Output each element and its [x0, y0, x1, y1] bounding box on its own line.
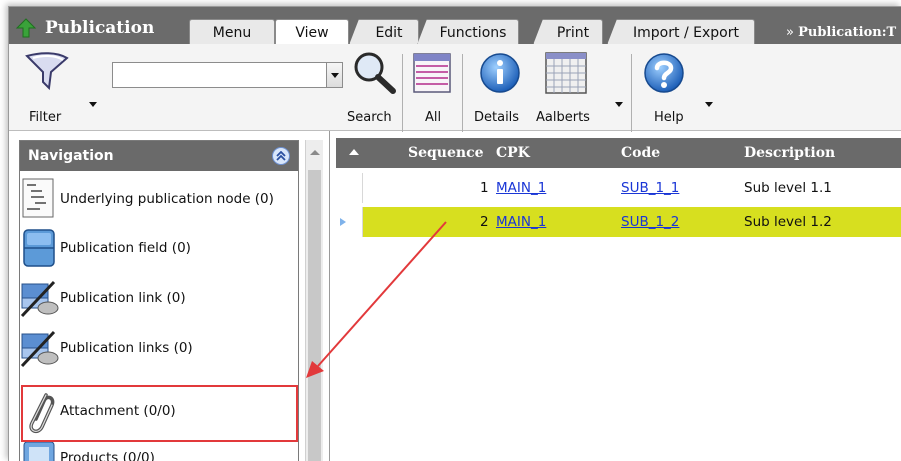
- scroll-up-icon[interactable]: [310, 150, 320, 155]
- scrollbar-thumb[interactable]: [308, 170, 321, 461]
- table-row-selected[interactable]: 2 MAIN_1 SUB_1_2 Sub level 1.2: [336, 207, 901, 237]
- tab-edit-label: Edit: [375, 24, 403, 41]
- aalberts-label[interactable]: Aalberts: [536, 110, 590, 125]
- nav-item-label: Publication links (0): [60, 340, 193, 356]
- breadcrumb-prefix: »: [786, 25, 799, 40]
- link-icon: [20, 276, 60, 320]
- tab-import-export[interactable]: Import / Export: [607, 19, 755, 45]
- field-icon: [20, 226, 60, 270]
- toolbar-separator: [402, 54, 403, 132]
- toolbar-separator: [631, 54, 632, 132]
- all-label[interactable]: All: [425, 110, 441, 125]
- grid-header: Sequence CPK Code Description: [336, 138, 901, 168]
- nav-item-label: Publication field (0): [60, 240, 191, 256]
- search-icon[interactable]: [351, 50, 397, 94]
- tab-edit[interactable]: Edit: [349, 19, 419, 45]
- application-window: Publication Menu View Edit Functions Pri…: [8, 6, 901, 461]
- tab-view[interactable]: View: [275, 19, 349, 46]
- column-header-code[interactable]: Code: [621, 145, 660, 161]
- tab-functions-label: Functions: [439, 24, 507, 41]
- help-label[interactable]: Help: [654, 110, 684, 125]
- navigation-title: Navigation: [28, 148, 114, 164]
- info-icon[interactable]: [479, 52, 521, 94]
- cell-cpk-link[interactable]: MAIN_1: [496, 214, 546, 230]
- tab-functions[interactable]: Functions: [417, 19, 519, 45]
- search-label[interactable]: Search: [347, 110, 392, 125]
- nav-item-publication-links[interactable]: Publication links (0): [20, 323, 298, 373]
- navigation-header: Navigation: [20, 141, 298, 171]
- tab-import-export-label: Import / Export: [633, 24, 739, 41]
- data-grid: Sequence CPK Code Description 1 MAIN_1 S…: [336, 138, 901, 461]
- tab-view-label: View: [295, 25, 329, 41]
- app-title[interactable]: Publication: [15, 16, 154, 40]
- tab-menu[interactable]: Menu: [189, 19, 275, 45]
- details-label[interactable]: Details: [474, 110, 519, 125]
- toolbar-separator: [462, 54, 463, 132]
- nav-item-products[interactable]: Products (0/0): [20, 441, 298, 461]
- nav-item-label: Publication link (0): [60, 290, 186, 306]
- cell-cpk-link[interactable]: MAIN_1: [496, 180, 546, 196]
- help-icon[interactable]: [643, 52, 685, 94]
- row-selector[interactable]: [336, 173, 363, 203]
- aalberts-dropdown-arrow-icon[interactable]: [615, 102, 623, 107]
- filter-label: Filter: [29, 110, 62, 125]
- navigation-scrollbar[interactable]: [305, 140, 323, 461]
- app-title-label: Publication: [45, 18, 155, 38]
- chevron-down-icon: [330, 72, 339, 78]
- cell-code-link[interactable]: SUB_1_1: [621, 180, 679, 196]
- search-combobox[interactable]: [112, 62, 343, 88]
- tab-menu-label: Menu: [212, 24, 252, 41]
- tab-print[interactable]: Print: [533, 19, 603, 45]
- row-selector[interactable]: [336, 207, 363, 237]
- breadcrumb[interactable]: » Publication:T: [786, 25, 896, 40]
- column-header-description[interactable]: Description: [744, 145, 835, 161]
- links-icon: [20, 326, 60, 370]
- tab-bar: Publication Menu View Edit Functions Pri…: [9, 7, 901, 46]
- panel-divider[interactable]: [329, 131, 330, 461]
- cell-sequence: 1: [480, 180, 489, 196]
- tree-node-icon: [20, 177, 60, 221]
- tab-print-label: Print: [556, 24, 590, 41]
- breadcrumb-label: Publication:T: [798, 25, 897, 40]
- all-list-icon[interactable]: [413, 53, 451, 93]
- grid-table-icon[interactable]: [545, 52, 587, 94]
- cell-sequence: 2: [480, 214, 489, 230]
- filter-funnel-icon[interactable]: [23, 52, 77, 92]
- column-header-cpk[interactable]: CPK: [496, 145, 530, 161]
- highlight-box: [21, 385, 298, 442]
- nav-item-label: Products (0/0): [60, 450, 155, 461]
- cell-code-link[interactable]: SUB_1_2: [621, 214, 679, 230]
- nav-item-publication-link[interactable]: Publication link (0): [20, 273, 298, 323]
- collapse-icon[interactable]: [272, 147, 290, 165]
- help-dropdown-arrow-icon[interactable]: [705, 102, 713, 107]
- sort-ascending-icon[interactable]: [349, 149, 359, 155]
- table-row[interactable]: 1 MAIN_1 SUB_1_1 Sub level 1.1: [336, 173, 901, 203]
- cell-description: Sub level 1.1: [744, 180, 832, 196]
- toolbar: Filter Search All Details Aalberts Help: [9, 44, 901, 132]
- filter-dropdown-arrow-icon[interactable]: [89, 102, 97, 107]
- current-row-indicator-icon: [340, 218, 346, 226]
- back-arrow-icon: [15, 18, 37, 38]
- cell-description: Sub level 1.2: [744, 214, 832, 230]
- search-combobox-button[interactable]: [326, 63, 342, 87]
- nav-item-publication-field[interactable]: Publication field (0): [20, 225, 298, 271]
- nav-item-underlying-publication-node[interactable]: Underlying publication node (0): [20, 175, 298, 223]
- nav-item-label: Underlying publication node (0): [60, 191, 274, 207]
- column-header-sequence[interactable]: Sequence: [408, 145, 484, 161]
